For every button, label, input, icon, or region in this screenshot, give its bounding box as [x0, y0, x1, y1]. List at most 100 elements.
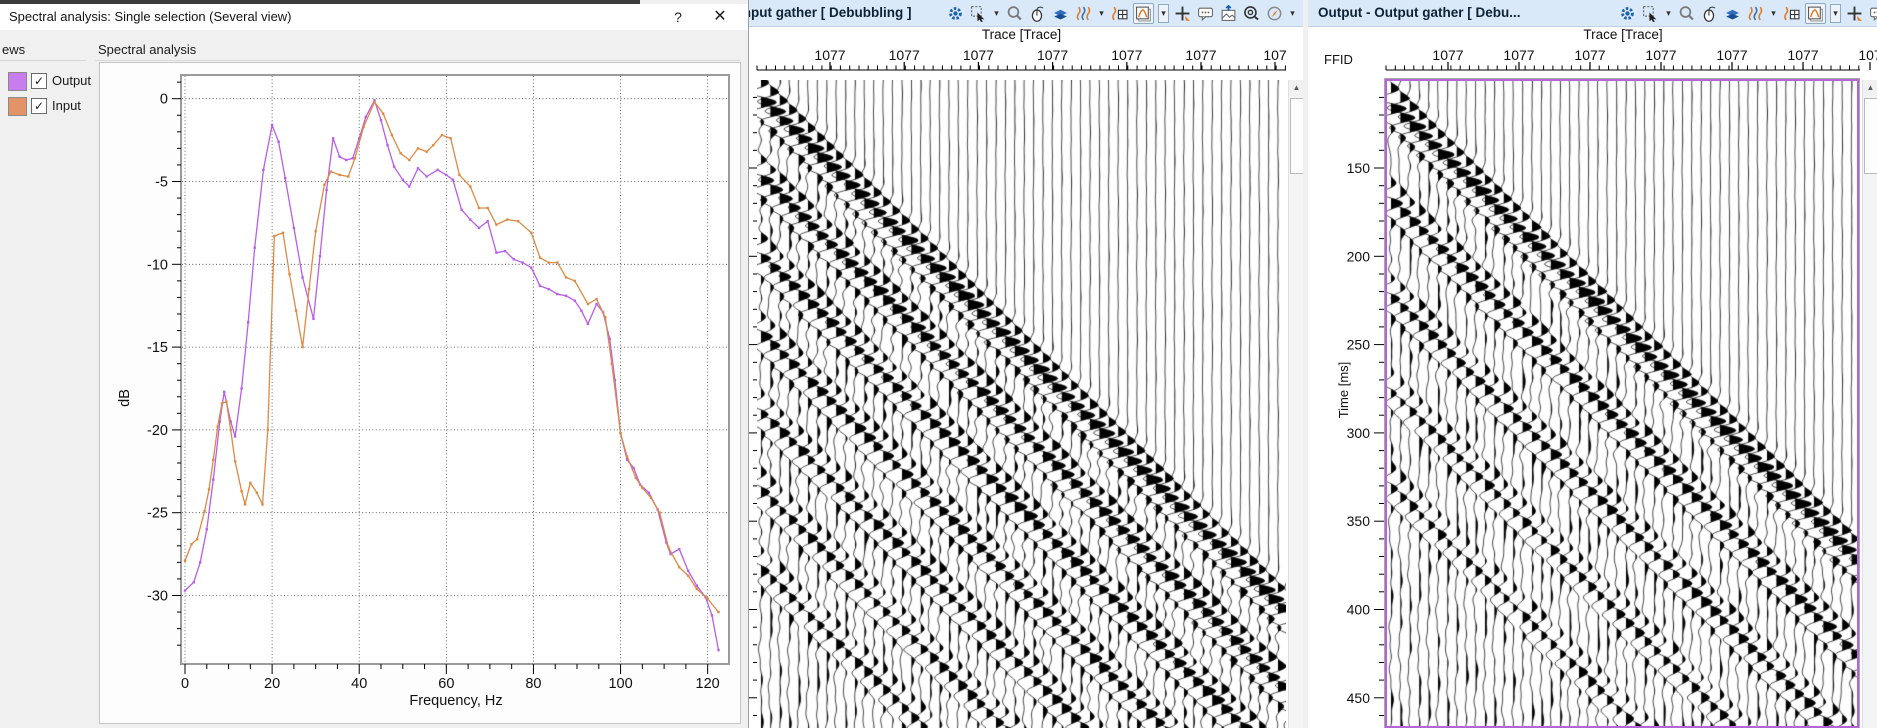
svg-text:40: 40 — [351, 676, 367, 692]
input-seismic-display[interactable] — [757, 80, 1286, 728]
wiggle-traces-icon[interactable] — [1746, 4, 1765, 23]
svg-text:1077: 1077 — [1645, 47, 1676, 63]
output-gather-panel: Output - Output gather [ Debu... ▾▾▾▾ FF… — [1308, 0, 1877, 728]
help-button[interactable]: ? — [661, 4, 695, 30]
svg-text:250: 250 — [1347, 337, 1371, 353]
series-color-swatch[interactable] — [8, 97, 27, 116]
spectrum-chart[interactable]: 0-5-10-15-20-25-30020406080100120dBFrequ… — [99, 62, 741, 724]
crosshair-icon[interactable] — [1845, 4, 1864, 23]
svg-text:-20: -20 — [147, 423, 168, 439]
image-frame-icon[interactable] — [1805, 3, 1826, 24]
spectral-analysis-dialog: Spectral analysis: Single selection (Sev… — [0, 0, 749, 728]
output-vertical-scrollbar[interactable]: ▲ — [1862, 80, 1877, 728]
scrollbar-thumb[interactable] — [1290, 98, 1303, 174]
svg-text:350: 350 — [1347, 513, 1371, 529]
time-ticks-middle — [748, 80, 757, 728]
svg-text:Frequency, Hz: Frequency, Hz — [409, 693, 502, 709]
input-gather-toolbar: ▾ ▾ ▾ ▾ — [946, 0, 1297, 26]
compass-icon[interactable] — [1265, 4, 1284, 23]
export-image-icon[interactable] — [1219, 4, 1238, 23]
comments-icon[interactable] — [1196, 4, 1215, 23]
svg-text:-5: -5 — [155, 175, 168, 191]
output-gather-title: Output - Output gather [ Debu... — [1318, 0, 1520, 26]
mouse-pointer-icon[interactable] — [1700, 4, 1719, 23]
output-seismic-display[interactable] — [1387, 81, 1857, 726]
dialog-title: Spectral analysis: Single selection (Sev… — [9, 9, 292, 24]
svg-text:200: 200 — [1347, 248, 1371, 264]
time-axis-right: Time [ms]150200250300350400450 — [1308, 80, 1386, 728]
svg-text:1077: 1077 — [1432, 47, 1463, 63]
crosshair-icon[interactable] — [1173, 4, 1192, 23]
zoom-area-icon[interactable] — [1242, 4, 1261, 23]
svg-text:300: 300 — [1347, 425, 1371, 441]
svg-text:1077: 1077 — [963, 47, 994, 63]
svg-text:Time [ms]: Time [ms] — [1336, 362, 1351, 419]
svg-text:100: 100 — [608, 676, 632, 692]
scrollbar-thumb[interactable] — [1864, 98, 1877, 174]
svg-text:dB: dB — [117, 389, 133, 407]
legend-row: ✓ Output — [0, 70, 90, 95]
dropdown-caret-icon[interactable]: ▾ — [1097, 8, 1106, 19]
select-arrow-icon[interactable] — [969, 4, 988, 23]
dropdown-caret-icon[interactable]: ▾ — [1158, 4, 1169, 23]
svg-text:1077: 1077 — [814, 47, 845, 63]
comments-icon[interactable] — [1868, 4, 1877, 23]
dropdown-caret-icon[interactable]: ▾ — [992, 8, 1001, 19]
zoom-magnifier-icon[interactable] — [1677, 4, 1696, 23]
svg-text:120: 120 — [696, 676, 720, 692]
dropdown-caret-icon[interactable]: ▾ — [1830, 4, 1841, 23]
svg-text:107: 107 — [1263, 47, 1287, 63]
divider — [0, 60, 86, 61]
wiggle-grid-icon[interactable] — [1110, 4, 1129, 23]
layers-icon[interactable] — [1723, 4, 1742, 23]
trace-axis-right: Trace [Trace]107710771077107710771077107 — [1308, 26, 1877, 80]
svg-text:1077: 1077 — [1787, 47, 1818, 63]
application-workspace: Input gather [ Debubbling ] ▾▾▾▾ Trace [… — [0, 0, 1877, 728]
settings-gear-icon[interactable] — [1618, 4, 1637, 23]
wiggle-grid-icon[interactable] — [1782, 4, 1801, 23]
mouse-pointer-icon[interactable] — [1028, 4, 1047, 23]
series-visibility-checkbox[interactable]: ✓ — [31, 98, 47, 114]
series-color-swatch[interactable] — [8, 72, 27, 91]
dropdown-caret-icon[interactable]: ▾ — [1664, 8, 1673, 19]
image-frame-icon[interactable] — [1133, 3, 1154, 24]
spectrum-plot: 0-5-10-15-20-25-30020406080100120dBFrequ… — [100, 63, 740, 721]
svg-text:150: 150 — [1347, 160, 1371, 176]
svg-text:-10: -10 — [147, 257, 168, 273]
svg-text:1077: 1077 — [1716, 47, 1747, 63]
output-plot-frame — [1385, 79, 1859, 728]
svg-text:20: 20 — [264, 676, 280, 692]
layers-icon[interactable] — [1051, 4, 1070, 23]
svg-text:-15: -15 — [147, 340, 168, 356]
legend-row: ✓ Input — [0, 95, 90, 120]
svg-text:450: 450 — [1347, 690, 1371, 706]
wiggle-traces-icon[interactable] — [1074, 4, 1093, 23]
zoom-magnifier-icon[interactable] — [1005, 4, 1024, 23]
select-arrow-icon[interactable] — [1641, 4, 1660, 23]
dialog-titlebar[interactable]: Spectral analysis: Single selection (Sev… — [0, 4, 748, 30]
series-visibility-checkbox[interactable]: ✓ — [31, 73, 47, 89]
series-label: Output — [52, 73, 91, 88]
dropdown-caret-icon[interactable]: ▾ — [1769, 8, 1778, 19]
svg-text:-25: -25 — [147, 506, 168, 522]
input-vertical-scrollbar[interactable]: ▲ — [1288, 80, 1303, 728]
svg-text:0: 0 — [181, 676, 189, 692]
svg-text:1077: 1077 — [1111, 47, 1142, 63]
close-button[interactable]: ✕ — [703, 4, 737, 30]
svg-text:Trace [Trace]: Trace [Trace] — [982, 27, 1061, 42]
svg-text:60: 60 — [438, 676, 454, 692]
output-gather-toolbar: ▾▾▾▾ — [1618, 0, 1877, 26]
dropdown-caret-icon[interactable]: ▾ — [1288, 8, 1297, 19]
spectral-group-label: Spectral analysis — [98, 42, 196, 57]
divider — [95, 60, 740, 61]
series-label: Input — [52, 98, 81, 113]
scroll-up-icon[interactable]: ▲ — [1289, 80, 1303, 96]
svg-text:107: 107 — [1858, 47, 1877, 63]
svg-text:1077: 1077 — [1503, 47, 1534, 63]
scroll-up-icon[interactable]: ▲ — [1863, 80, 1877, 96]
settings-gear-icon[interactable] — [946, 4, 965, 23]
input-gather-panel: Input gather [ Debubbling ] ▾▾▾▾ Trace [… — [748, 0, 1303, 728]
svg-text:1077: 1077 — [889, 47, 920, 63]
views-panel-label: ews — [2, 42, 25, 57]
svg-text:-30: -30 — [147, 589, 168, 605]
